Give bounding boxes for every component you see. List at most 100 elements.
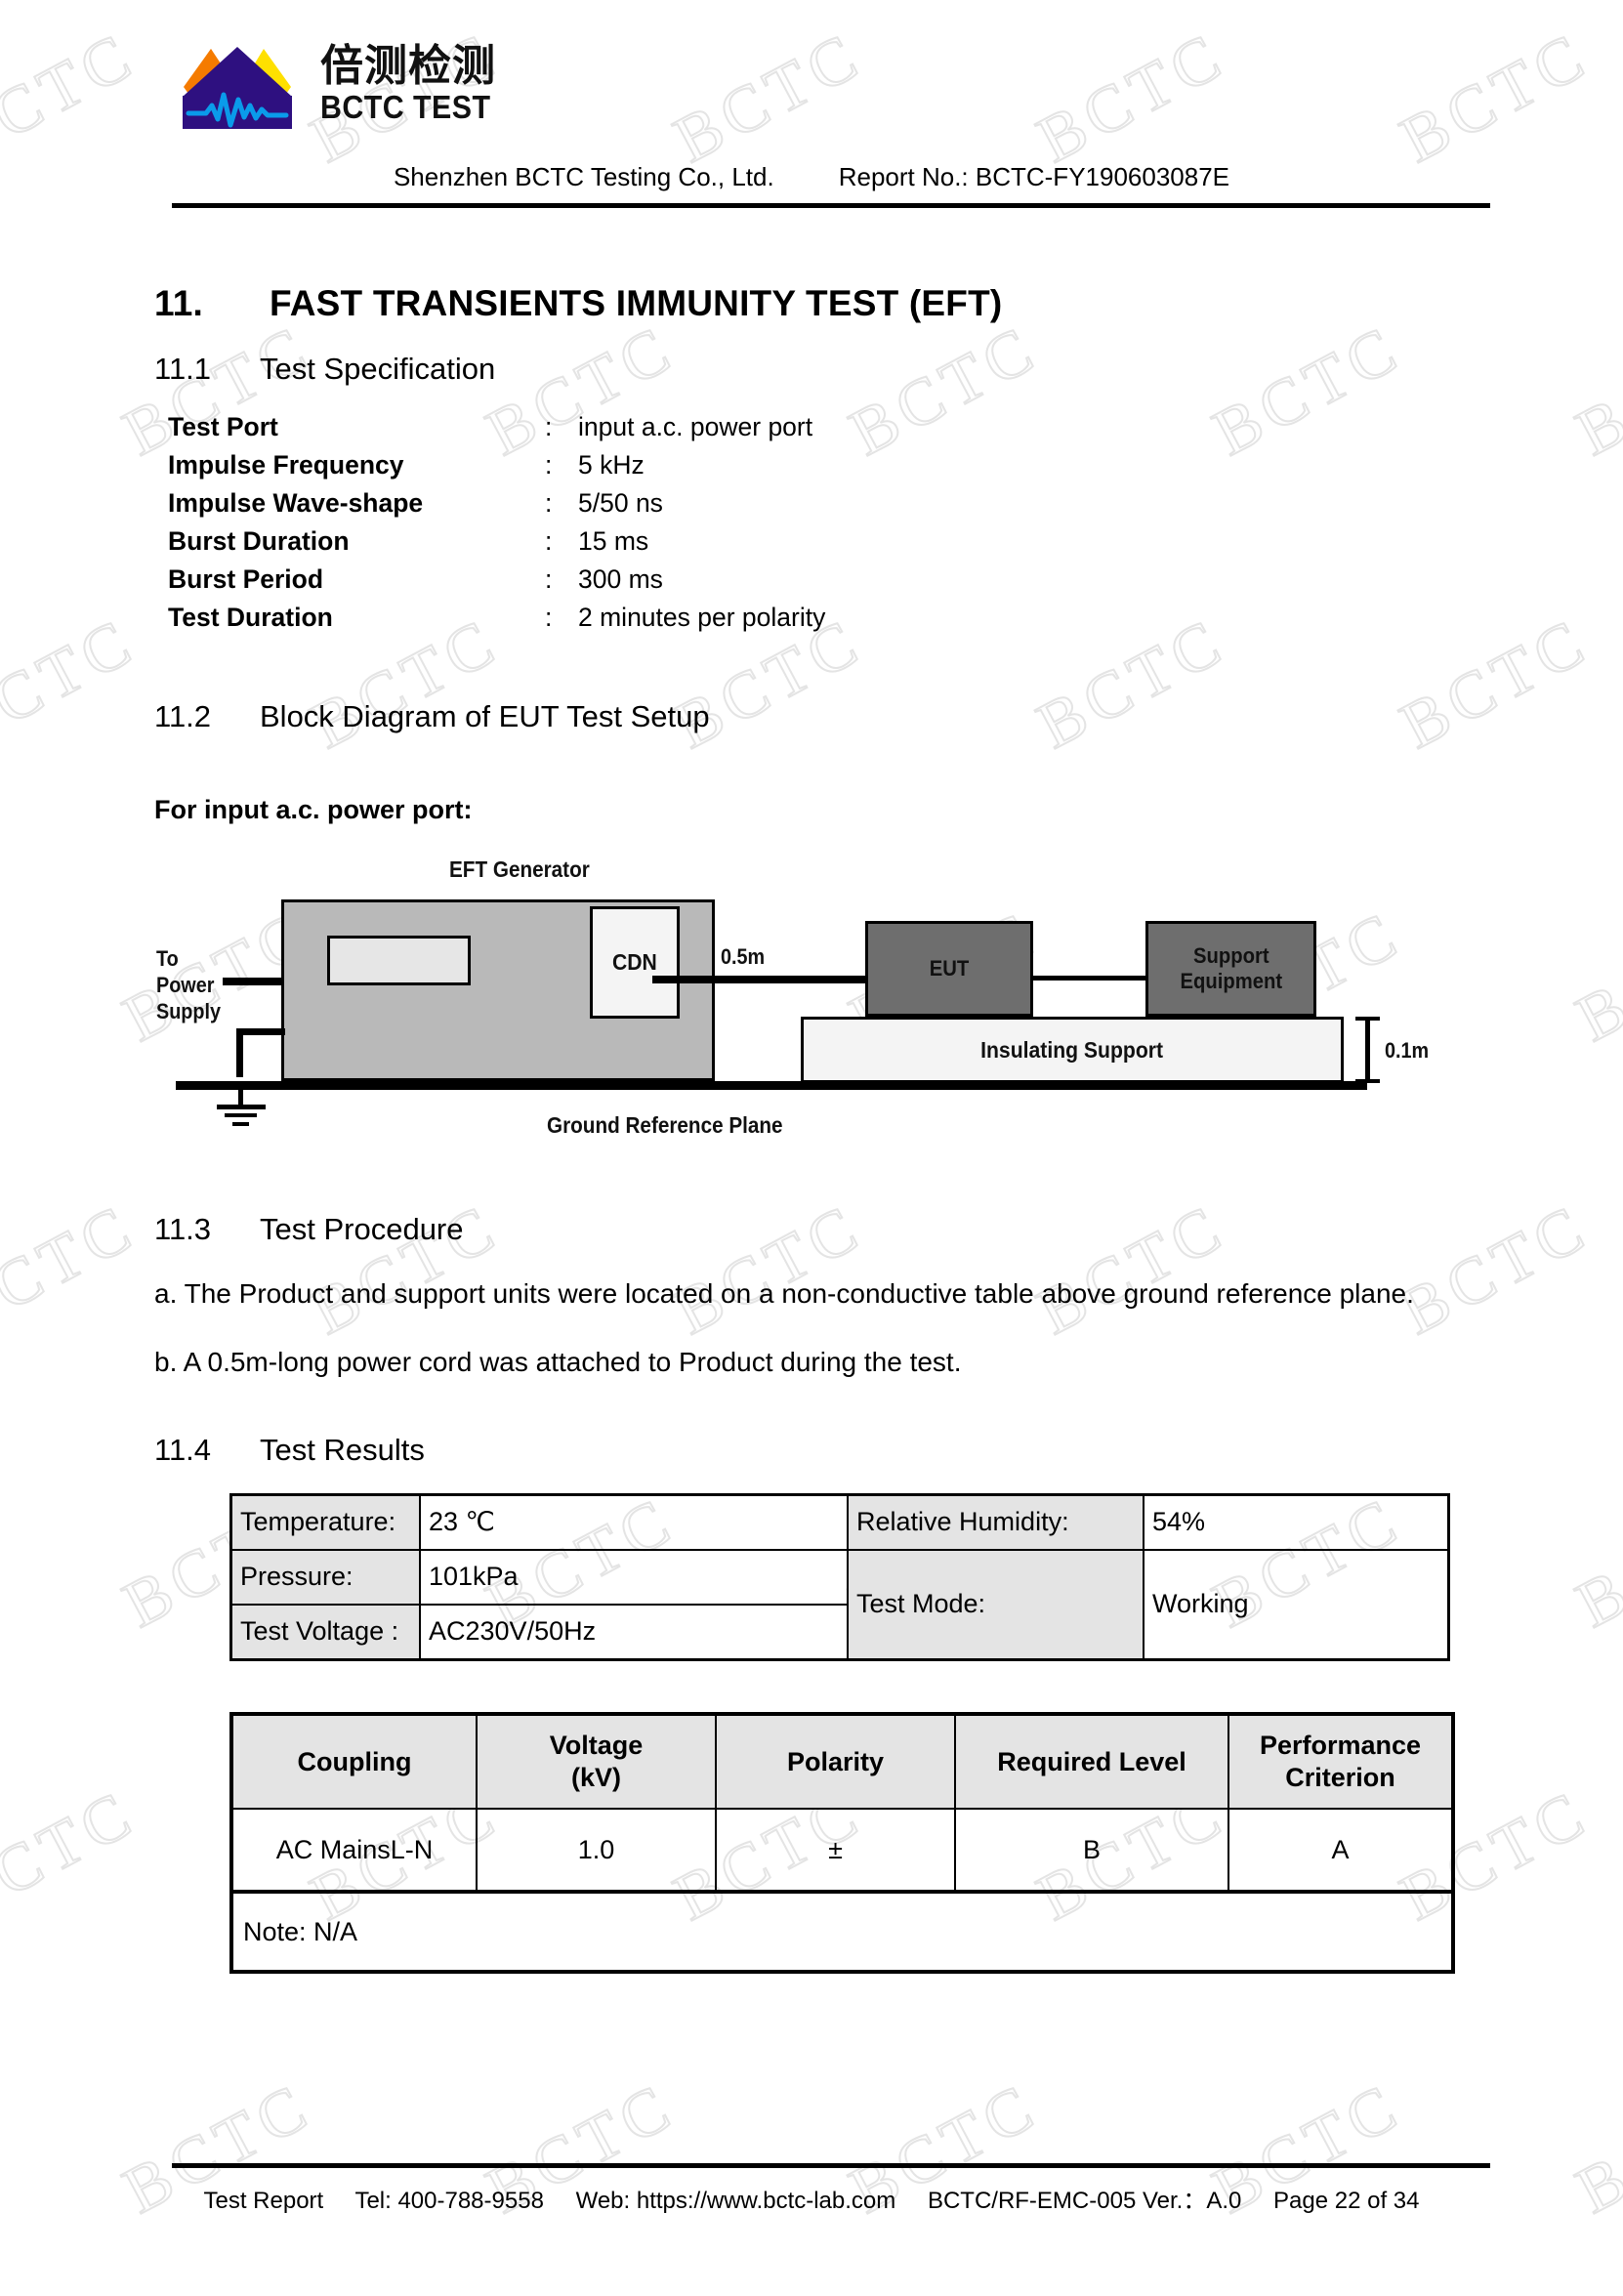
spec-value: input a.c. power port bbox=[578, 412, 813, 441]
section-heading: 11. FAST TRANSIENTS IMMUNITY TEST (EFT) bbox=[154, 283, 1477, 324]
cell-voltage: 1.0 bbox=[476, 1808, 717, 1893]
spec-value: 5/50 ns bbox=[578, 488, 663, 518]
spec-value: 15 ms bbox=[578, 526, 649, 556]
generator-ground-wire-v bbox=[236, 1028, 243, 1077]
results-note: Note: N/A bbox=[230, 1890, 1454, 1973]
footer-tel: Tel: 400-788-9558 bbox=[354, 2188, 544, 2214]
spec-value: 300 ms bbox=[578, 564, 663, 594]
spec-value: 5 kHz bbox=[578, 450, 645, 480]
spec-label: Impulse Frequency bbox=[168, 450, 404, 480]
generator-ground-wire-h bbox=[236, 1028, 285, 1035]
footer-page-number: Page 22 of 34 bbox=[1273, 2188, 1420, 2214]
cond-label-test-voltage: Test Voltage : bbox=[229, 1604, 421, 1661]
header-divider bbox=[172, 203, 1490, 208]
spec-row: Test Port : input a.c. power port bbox=[168, 412, 1477, 450]
spec-row: Burst Period : 300 ms bbox=[168, 564, 1477, 603]
earth-symbol-bar3 bbox=[232, 1122, 249, 1126]
table-row: Pressure: 101kPa Test Mode: Working bbox=[229, 1549, 1450, 1661]
col-header-required-level: Required Level bbox=[954, 1713, 1229, 1810]
generator-display-panel bbox=[327, 936, 471, 985]
earth-symbol-bar2 bbox=[225, 1113, 257, 1117]
spec-row: Impulse Wave-shape : 5/50 ns bbox=[168, 488, 1477, 526]
subsection-title: Block Diagram of EUT Test Setup bbox=[260, 699, 710, 733]
table-row: Temperature: 23 ℃ Relative Humidity: 54% bbox=[229, 1493, 1450, 1551]
spec-colon: : bbox=[545, 412, 553, 441]
subsection-number: 11.4 bbox=[154, 1433, 212, 1467]
subsection-title: Test Procedure bbox=[260, 1212, 464, 1246]
logo-chinese-name: 倍测检测 bbox=[320, 42, 496, 90]
cdn-box: CDN bbox=[590, 906, 680, 1019]
height-dimension-line bbox=[1365, 1017, 1370, 1083]
table-header-row: Coupling Voltage (kV) Polarity Required … bbox=[230, 1713, 1454, 1810]
document-page: BCTC BCTC BCTC BCTC BCTC BCTC BCTC BCTC BCTC BCTC… bbox=[0, 0, 1623, 2296]
col-header-polarity: Polarity bbox=[715, 1713, 956, 1810]
eut-box: EUT bbox=[865, 921, 1033, 1017]
spec-colon: : bbox=[545, 488, 553, 518]
diagram-label-insulating-support: Insulating Support bbox=[980, 1036, 1164, 1063]
diagram-label-cable-length: 0.5m bbox=[721, 944, 766, 969]
subsection-number: 11.2 bbox=[154, 699, 212, 733]
col-header-voltage: Voltage (kV) bbox=[476, 1713, 717, 1810]
subsection-heading-11-3: 11.3 Test Procedure bbox=[154, 1212, 1477, 1247]
table-row: AC MainsL-N 1.0 ± B A bbox=[230, 1808, 1454, 1893]
subsection-title: Test Specification bbox=[260, 352, 496, 386]
diagram-label-to: To bbox=[156, 946, 179, 971]
spec-label: Burst Period bbox=[168, 564, 324, 594]
eut-to-support-cable bbox=[1030, 976, 1147, 981]
cond-value-test-mode: Working bbox=[1143, 1549, 1450, 1661]
logo-wordmark: 倍测检测 BCTC TEST bbox=[320, 43, 545, 125]
power-supply-wire bbox=[223, 978, 283, 985]
footer-doc-code: BCTC/RF-EMC-005 Ver.：A.0 bbox=[927, 2188, 1242, 2214]
spec-label: Test Duration bbox=[168, 603, 333, 632]
spec-label: Impulse Wave-shape bbox=[168, 488, 424, 518]
diagram-label-cdn: CDN bbox=[612, 949, 657, 975]
test-specification-list: Test Port : input a.c. power port Impuls… bbox=[168, 412, 1477, 641]
footer-doc-type: Test Report bbox=[203, 2188, 324, 2214]
earth-symbol-bar1 bbox=[217, 1105, 266, 1109]
diagram-label-supply: Supply bbox=[156, 999, 222, 1023]
spec-row: Burst Duration : 15 ms bbox=[168, 526, 1477, 564]
spec-row: Impulse Frequency : 5 kHz bbox=[168, 450, 1477, 488]
test-conditions-table: Temperature: 23 ℃ Relative Humidity: 54%… bbox=[229, 1493, 1450, 1661]
subsection-title: Test Results bbox=[260, 1433, 425, 1467]
company-logo: BCTC 倍测检测 BCTC TEST bbox=[164, 41, 535, 148]
cell-required-level: B bbox=[954, 1808, 1229, 1893]
col-header-coupling: Coupling bbox=[230, 1713, 478, 1810]
logo-english-name: BCTC TEST bbox=[320, 89, 491, 125]
diagram-lead-in: For input a.c. power port: bbox=[154, 795, 473, 824]
spec-row: Test Duration : 2 minutes per polarity bbox=[168, 603, 1477, 641]
section-number: 11. bbox=[154, 283, 203, 323]
cell-coupling: AC MainsL-N bbox=[230, 1808, 478, 1893]
cond-label-humidity: Relative Humidity: bbox=[847, 1493, 1144, 1551]
cond-value-test-voltage: AC230V/50Hz bbox=[419, 1604, 849, 1661]
subsection-heading-11-2: 11.2 Block Diagram of EUT Test Setup bbox=[154, 699, 1477, 734]
page-header: BCTC 倍测检测 BCTC TEST Shenzhen BCTC Testin… bbox=[0, 0, 1623, 225]
subsection-number: 11.1 bbox=[154, 352, 212, 386]
diagram-label-ground-reference-plane: Ground Reference Plane bbox=[547, 1112, 783, 1138]
footer-divider bbox=[172, 2163, 1490, 2168]
diagram-label-eft-generator: EFT Generator bbox=[449, 856, 590, 882]
diagram-label-support-equipment: Support Equipment bbox=[1180, 943, 1282, 993]
insulating-support-box: Insulating Support bbox=[801, 1017, 1344, 1083]
header-info-line: Shenzhen BCTC Testing Co., Ltd. Report No… bbox=[0, 162, 1623, 192]
table-note-row: Note: N/A bbox=[230, 1890, 1454, 1973]
spec-colon: : bbox=[545, 603, 553, 632]
company-name: Shenzhen BCTC Testing Co., Ltd. bbox=[393, 162, 774, 191]
cond-value-humidity: 54% bbox=[1143, 1493, 1450, 1551]
diagram-label-eut: EUT bbox=[929, 956, 970, 981]
col-header-performance-criterion: Performance Criterion bbox=[1228, 1713, 1454, 1810]
cell-performance-criterion: A bbox=[1228, 1808, 1454, 1893]
svg-text:BCTC: BCTC bbox=[219, 130, 257, 146]
diagram-label-power: Power bbox=[156, 973, 215, 997]
cond-value-temperature: 23 ℃ bbox=[419, 1493, 849, 1551]
subsection-heading-11-1: 11.1 Test Specification bbox=[154, 352, 1477, 387]
spec-colon: : bbox=[545, 564, 553, 594]
ground-reference-plane-bar bbox=[176, 1081, 1367, 1090]
spec-value: 2 minutes per polarity bbox=[578, 603, 826, 632]
diagram-label-support-height: 0.1m bbox=[1385, 1038, 1430, 1063]
bctc-logo-icon: BCTC bbox=[183, 47, 292, 146]
support-equipment-box: Support Equipment bbox=[1145, 921, 1316, 1017]
footer-web: Web: https://www.bctc-lab.com bbox=[575, 2188, 896, 2214]
subsection-number: 11.3 bbox=[154, 1212, 212, 1246]
cdn-to-eut-cable bbox=[652, 976, 865, 983]
